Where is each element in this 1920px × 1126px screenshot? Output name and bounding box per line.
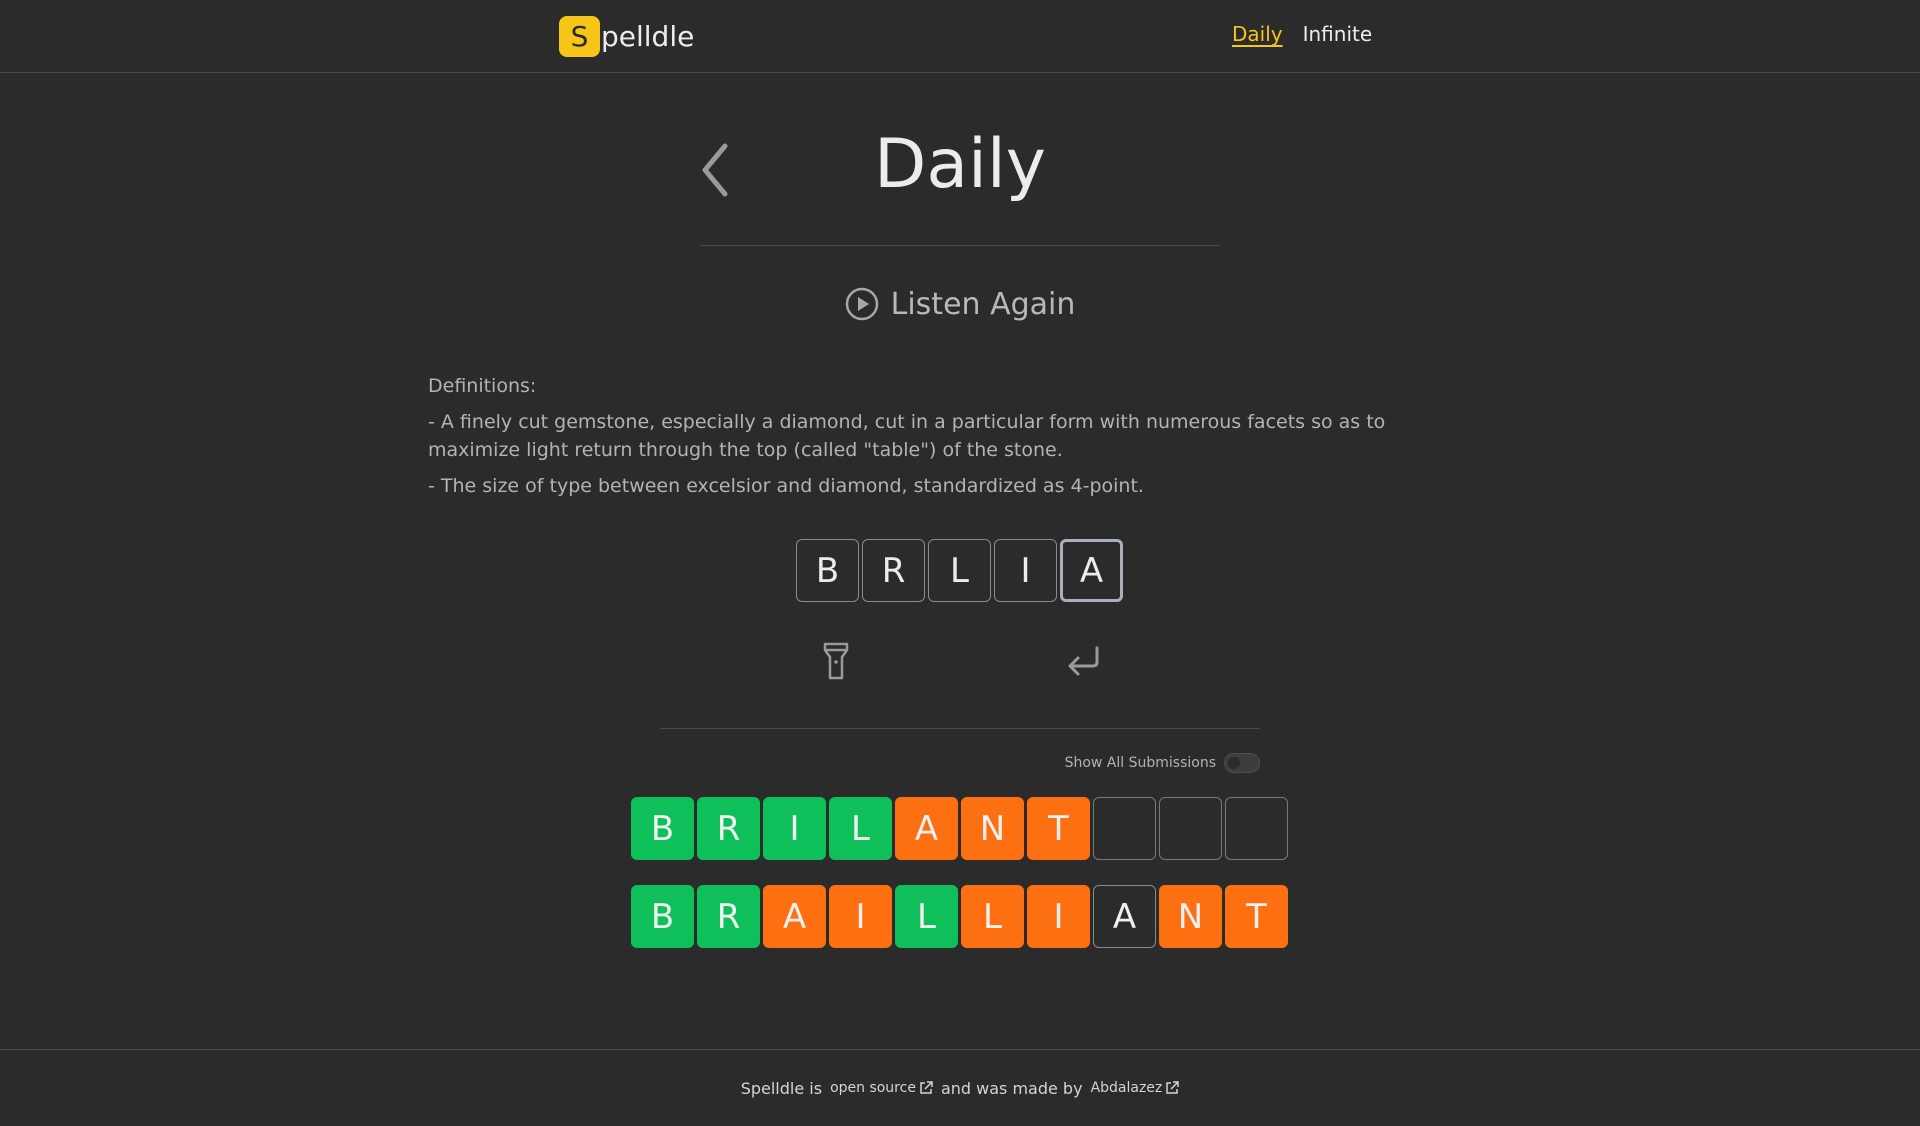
results-divider bbox=[660, 728, 1260, 729]
enter-return-icon[interactable] bbox=[1065, 644, 1101, 680]
definition-item: - The size of type between excelsior and… bbox=[428, 475, 1144, 497]
external-link-icon bbox=[1166, 1081, 1180, 1094]
external-link-icon bbox=[920, 1081, 933, 1094]
submission-row: BRAILLIANT bbox=[631, 885, 1288, 948]
input-tile-focused[interactable]: A bbox=[1060, 539, 1123, 602]
submission-tile-empty bbox=[1225, 797, 1288, 860]
input-tile[interactable]: L bbox=[928, 539, 991, 602]
show-submissions-label: Show All Submissions bbox=[1064, 755, 1216, 771]
submission-tile-present: T bbox=[1225, 885, 1288, 948]
submission-tile-present: I bbox=[829, 885, 892, 948]
submission-tile-present: T bbox=[1027, 797, 1090, 860]
logo-text: pelldle bbox=[601, 19, 695, 53]
nav-infinite[interactable]: Infinite bbox=[1303, 22, 1373, 46]
submission-tile-present: I bbox=[1027, 885, 1090, 948]
flashlight-icon[interactable] bbox=[820, 641, 852, 681]
show-submissions-toggle[interactable] bbox=[1224, 753, 1260, 773]
definitions-heading: Definitions: bbox=[428, 375, 537, 397]
submission-tile-correct: R bbox=[697, 885, 760, 948]
input-tile[interactable]: B bbox=[796, 539, 859, 602]
listen-again-label: Listen Again bbox=[890, 286, 1076, 322]
app-header: S pelldle Daily Infinite bbox=[0, 0, 1920, 73]
play-circle-icon bbox=[845, 287, 878, 321]
author-link[interactable]: Abdalazez bbox=[1091, 1080, 1180, 1096]
submission-row: BRILANT bbox=[631, 797, 1288, 860]
footer-prefix: Spelldle is bbox=[740, 1078, 823, 1098]
submission-tile-absent: A bbox=[1093, 885, 1156, 948]
show-submissions-row: Show All Submissions bbox=[1000, 752, 1260, 774]
submission-tile-correct: L bbox=[829, 797, 892, 860]
submission-tile-present: A bbox=[895, 797, 958, 860]
input-tile[interactable]: R bbox=[862, 539, 925, 602]
listen-again-button[interactable]: Listen Again bbox=[0, 282, 1920, 326]
open-source-label: open source bbox=[830, 1080, 916, 1096]
submission-tile-present: N bbox=[961, 797, 1024, 860]
submission-tile-correct: I bbox=[763, 797, 826, 860]
definition-item: - A finely cut gemstone, especially a di… bbox=[428, 411, 1386, 461]
page-title: Daily bbox=[873, 125, 1047, 204]
author-label: Abdalazez bbox=[1090, 1080, 1163, 1096]
submission-tile-present: A bbox=[763, 885, 826, 948]
submission-tile-empty bbox=[1159, 797, 1222, 860]
submission-tile-correct: R bbox=[697, 797, 760, 860]
submission-tile-present: N bbox=[1159, 885, 1222, 948]
nav-daily[interactable]: Daily bbox=[1232, 22, 1283, 46]
submission-tile-correct: B bbox=[631, 797, 694, 860]
footer-middle: and was made by bbox=[940, 1078, 1083, 1098]
answer-input[interactable]: B R L I A bbox=[796, 539, 1123, 602]
title-divider bbox=[700, 245, 1220, 246]
footer: Spelldle is open source and was made by … bbox=[0, 1049, 1920, 1126]
definitions: Definitions: - A finely cut gemstone, es… bbox=[428, 372, 1438, 508]
submission-tile-empty bbox=[1093, 797, 1156, 860]
logo-badge: S bbox=[559, 15, 600, 57]
submission-tile-present: L bbox=[961, 885, 1024, 948]
logo[interactable]: S pelldle bbox=[559, 15, 694, 57]
submission-tile-correct: B bbox=[631, 885, 694, 948]
open-source-link[interactable]: open source bbox=[830, 1080, 933, 1096]
input-tile[interactable]: I bbox=[994, 539, 1057, 602]
submission-tile-correct: L bbox=[895, 885, 958, 948]
main-nav: Daily Infinite bbox=[1232, 22, 1372, 46]
